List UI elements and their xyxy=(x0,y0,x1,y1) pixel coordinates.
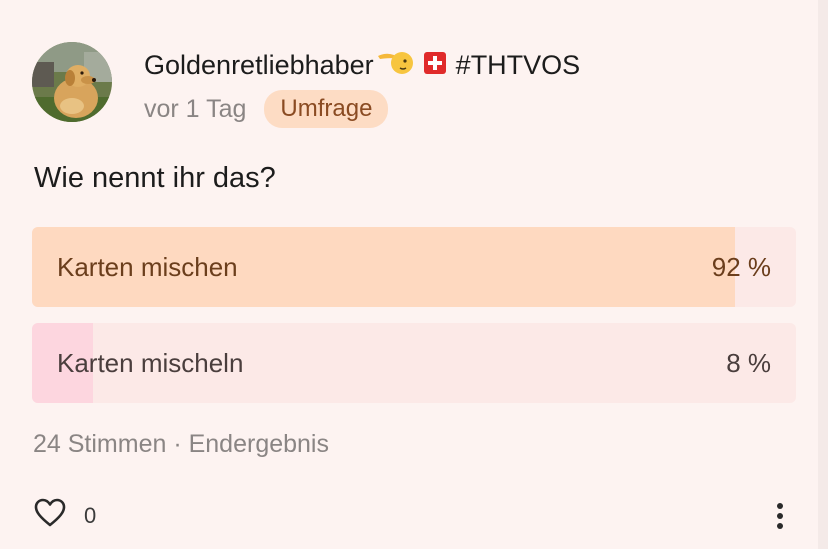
author-hashtag[interactable]: #THTVOS xyxy=(456,48,581,82)
post-header: Goldenretliebhaber #THTVOS vor 1 Tag Umf… xyxy=(32,42,580,128)
post-subline: vor 1 Tag Umfrage xyxy=(144,90,580,128)
avatar-dog-image xyxy=(32,42,112,122)
swiss-flag-icon xyxy=(423,48,446,82)
pointing-emoji-icon xyxy=(376,46,414,84)
post-meta: Goldenretliebhaber #THTVOS vor 1 Tag Umf… xyxy=(144,46,580,128)
poll-option-2-percent: 8 % xyxy=(726,348,771,378)
poll-option-1[interactable]: Karten mischen 92 % xyxy=(32,227,796,307)
vertical-dots-icon[interactable] xyxy=(771,502,789,530)
avatar[interactable] xyxy=(32,42,112,122)
post-timestamp: vor 1 Tag xyxy=(144,94,247,123)
poll-option-2-label: Karten mischeln xyxy=(57,348,244,378)
card-edge xyxy=(818,0,828,549)
poll-post-card: Goldenretliebhaber #THTVOS vor 1 Tag Umf… xyxy=(0,0,828,549)
poll-option-1-percent: 92 % xyxy=(711,252,771,282)
author-row: Goldenretliebhaber #THTVOS xyxy=(144,46,580,84)
poll-summary: 24 Stimmen · Endergebnis xyxy=(33,430,329,458)
poll-badge: Umfrage xyxy=(264,90,389,128)
poll-option-2[interactable]: Karten mischeln 8 % xyxy=(32,323,796,403)
post-footer: 0 xyxy=(34,498,96,533)
like-count: 0 xyxy=(84,502,97,528)
poll-question: Wie nennt ihr das? xyxy=(34,162,276,194)
poll-option-1-label: Karten mischen xyxy=(57,252,238,282)
heart-outline-icon[interactable] xyxy=(34,498,66,533)
author-name[interactable]: Goldenretliebhaber xyxy=(144,48,374,82)
